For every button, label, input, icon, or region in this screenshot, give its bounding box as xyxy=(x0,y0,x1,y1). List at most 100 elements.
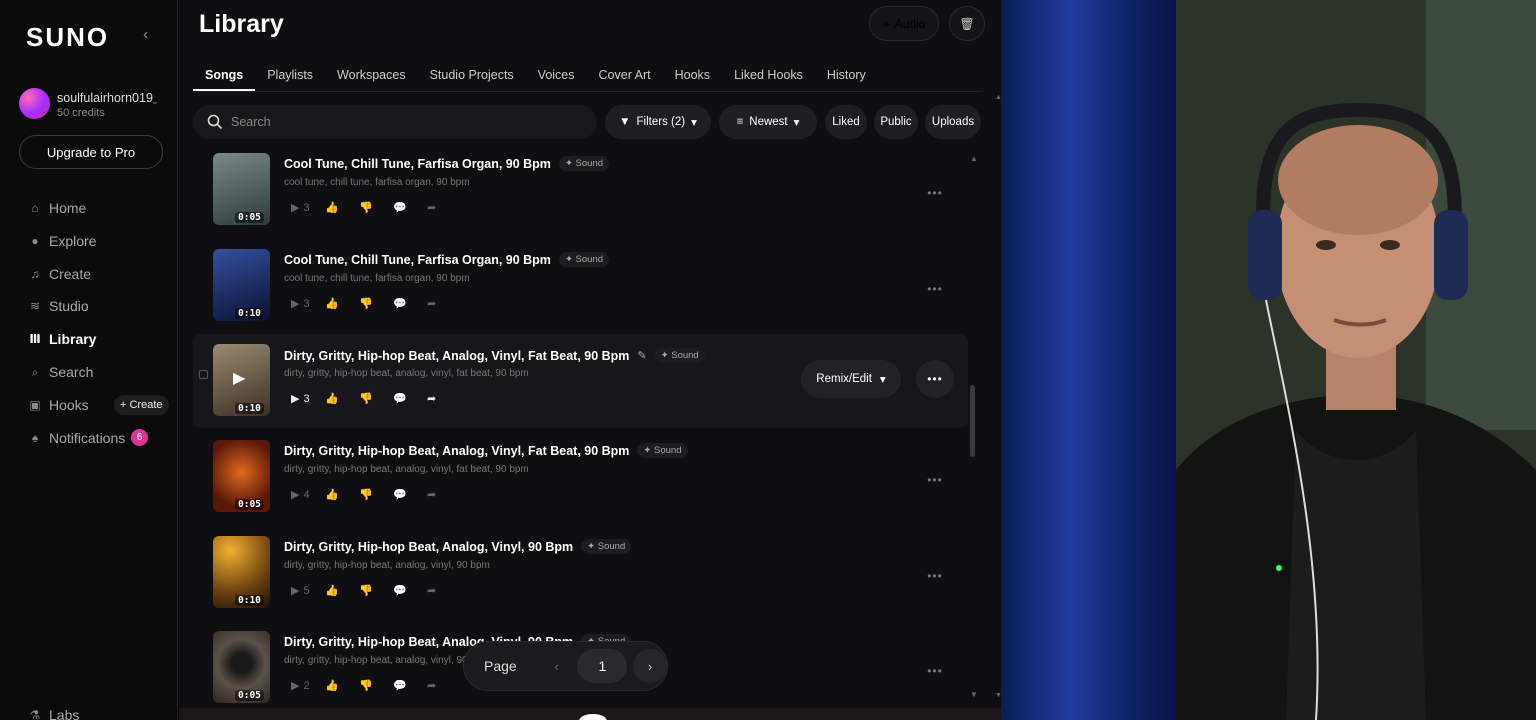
song-title[interactable]: Dirty, Gritty, Hip-hop Beat, Analog, Vin… xyxy=(284,349,629,363)
song-title[interactable]: Cool Tune, Chill Tune, Farfisa Organ, 90… xyxy=(284,253,551,267)
upgrade-button[interactable]: Upgrade to Pro xyxy=(19,135,163,169)
comment-button[interactable]: 💬 xyxy=(393,584,427,597)
comment-button[interactable]: 💬 xyxy=(393,297,427,310)
share-button[interactable]: ➦ xyxy=(427,584,461,597)
dislike-button[interactable]: 👎 xyxy=(359,584,393,597)
dislike-button[interactable]: 👎 xyxy=(359,297,393,310)
user-menu[interactable]: soulfulairhorn019 50 credits ⌄ xyxy=(19,88,169,124)
uploads-filter-button[interactable]: Uploads xyxy=(925,105,981,139)
compass-icon: ● xyxy=(31,234,39,248)
list-scrollbar[interactable] xyxy=(970,385,975,457)
play-button[interactable]: ▶ 3 xyxy=(291,201,325,215)
tab-studio-projects[interactable]: Studio Projects xyxy=(418,60,526,90)
public-filter-button[interactable]: Public xyxy=(874,105,918,139)
dislike-button[interactable]: 👎 xyxy=(359,488,393,501)
tab-voices[interactable]: Voices xyxy=(526,60,587,90)
comment-button[interactable]: 💬 xyxy=(393,201,427,214)
next-page-button[interactable]: › xyxy=(633,649,667,683)
select-checkbox[interactable] xyxy=(199,370,208,379)
song-title[interactable]: Dirty, Gritty, Hip-hop Beat, Analog, Vin… xyxy=(284,540,573,554)
tab-playlists[interactable]: Playlists xyxy=(255,60,325,90)
song-cover[interactable]: 0:05 xyxy=(213,631,270,703)
play-button[interactable]: ▶ 5 xyxy=(291,584,325,598)
filters-button[interactable]: ▼ Filters (2) ▾ xyxy=(605,105,711,139)
tab-songs[interactable]: Songs xyxy=(193,60,256,91)
play-button[interactable]: ▶ 2 xyxy=(291,679,325,693)
dislike-button[interactable]: 👎 xyxy=(359,392,393,405)
like-button[interactable]: 👍 xyxy=(325,392,359,405)
tab-hooks[interactable]: Hooks xyxy=(663,60,722,90)
share-button[interactable]: ➦ xyxy=(427,297,461,310)
like-button[interactable]: 👍 xyxy=(325,679,359,692)
song-title[interactable]: Dirty, Gritty, Hip-hop Beat, Analog, Vin… xyxy=(284,444,629,458)
song-row[interactable]: ▶ 0:10 Dirty, Gritty, Hip-hop Beat, Anal… xyxy=(193,334,968,428)
song-cover[interactable]: 0:05 xyxy=(213,153,270,225)
more-options-button[interactable]: ••• xyxy=(916,174,954,212)
sidebar-item-studio[interactable]: ≋ Studio xyxy=(27,295,89,317)
more-options-button[interactable]: ••• xyxy=(916,557,954,595)
song-title[interactable]: Cool Tune, Chill Tune, Farfisa Organ, 90… xyxy=(284,157,551,171)
collapse-sidebar-icon[interactable]: ‹ xyxy=(143,26,148,44)
tab-workspaces[interactable]: Workspaces xyxy=(325,60,418,90)
song-row[interactable]: 0:10 Cool Tune, Chill Tune, Farfisa Orga… xyxy=(193,244,968,338)
trash-button[interactable]: 🗑 xyxy=(949,6,985,41)
add-audio-button[interactable]: + Audio xyxy=(869,6,939,41)
sidebar-item-hooks[interactable]: ▣ Hooks xyxy=(27,394,88,416)
play-button[interactable]: ▶ 3 xyxy=(291,392,325,406)
comment-button[interactable]: 💬 xyxy=(393,392,427,405)
scroll-down-icon[interactable]: ▼ xyxy=(970,690,978,699)
search-input[interactable] xyxy=(231,115,561,129)
tab-liked-hooks[interactable]: Liked Hooks xyxy=(722,60,815,90)
play-button[interactable]: ▶ 3 xyxy=(291,297,325,311)
sidebar-item-notifications[interactable]: ♠ Notifications xyxy=(27,427,125,449)
tab-history[interactable]: History xyxy=(815,60,878,90)
previous-page-button[interactable]: ‹ xyxy=(542,659,572,674)
hooks-create-button[interactable]: + Create xyxy=(114,395,169,415)
current-page[interactable]: 1 xyxy=(577,649,628,683)
sidebar-item-home[interactable]: ⌂ Home xyxy=(27,197,86,219)
sidebar-item-explore[interactable]: ● Explore xyxy=(27,230,96,252)
thumbs-down-icon: 👎 xyxy=(359,202,373,214)
song-cover[interactable]: 0:10 xyxy=(213,536,270,608)
liked-filter-button[interactable]: Liked xyxy=(825,105,867,139)
share-button[interactable]: ➦ xyxy=(427,201,461,214)
sidebar-item-create[interactable]: ♫ Create xyxy=(27,263,92,285)
song-cover[interactable]: ▶ 0:10 xyxy=(213,344,270,416)
tab-cover-art[interactable]: Cover Art xyxy=(587,60,663,90)
sidebar-item-labs[interactable]: ⚗ Labs xyxy=(27,704,80,720)
like-button[interactable]: 👍 xyxy=(325,201,359,214)
more-options-button[interactable]: ••• xyxy=(916,652,954,690)
sort-button[interactable]: ≡ Newest ▾ xyxy=(719,105,817,139)
play-overlay-icon[interactable]: ▶ xyxy=(233,368,245,388)
like-button[interactable]: 👍 xyxy=(325,488,359,501)
song-row[interactable]: 0:10 Dirty, Gritty, Hip-hop Beat, Analog… xyxy=(193,531,968,625)
search-box[interactable] xyxy=(193,105,597,139)
song-row[interactable]: 0:05 Cool Tune, Chill Tune, Farfisa Orga… xyxy=(193,148,968,242)
song-cover[interactable]: 0:05 xyxy=(213,440,270,512)
like-button[interactable]: 👍 xyxy=(325,297,359,310)
comment-button[interactable]: 💬 xyxy=(393,488,427,501)
share-button[interactable]: ➦ xyxy=(427,488,461,501)
search-icon: ⌕ xyxy=(31,364,39,379)
sidebar-item-library[interactable]: Ⅲ Library xyxy=(27,328,96,350)
sort-icon: ≡ xyxy=(736,116,744,128)
studio-icon: ≋ xyxy=(29,299,41,313)
suno-logo[interactable]: SUNO xyxy=(26,22,109,53)
dislike-button[interactable]: 👎 xyxy=(359,201,393,214)
pencil-icon[interactable]: ✎ xyxy=(637,349,646,362)
song-row[interactable]: 0:05 Dirty, Gritty, Hip-hop Beat, Analog… xyxy=(193,435,968,529)
like-button[interactable]: 👍 xyxy=(325,584,359,597)
more-options-button[interactable]: ••• xyxy=(916,270,954,308)
play-button[interactable]: ▶ 4 xyxy=(291,488,325,502)
scroll-up-icon[interactable]: ▲ xyxy=(970,154,978,163)
remix-edit-button[interactable]: Remix/Edit ▾ xyxy=(801,360,901,398)
more-options-button[interactable]: ••• xyxy=(916,461,954,499)
share-icon: ➦ xyxy=(427,202,437,214)
share-button[interactable]: ➦ xyxy=(427,392,461,405)
song-cover[interactable]: 0:10 xyxy=(213,249,270,321)
share-button[interactable]: ➦ xyxy=(427,679,461,692)
sidebar-item-search[interactable]: ⌕ Search xyxy=(27,361,94,383)
more-options-button[interactable]: ••• xyxy=(916,360,954,398)
dislike-button[interactable]: 👎 xyxy=(359,679,393,692)
comment-button[interactable]: 💬 xyxy=(393,679,427,692)
